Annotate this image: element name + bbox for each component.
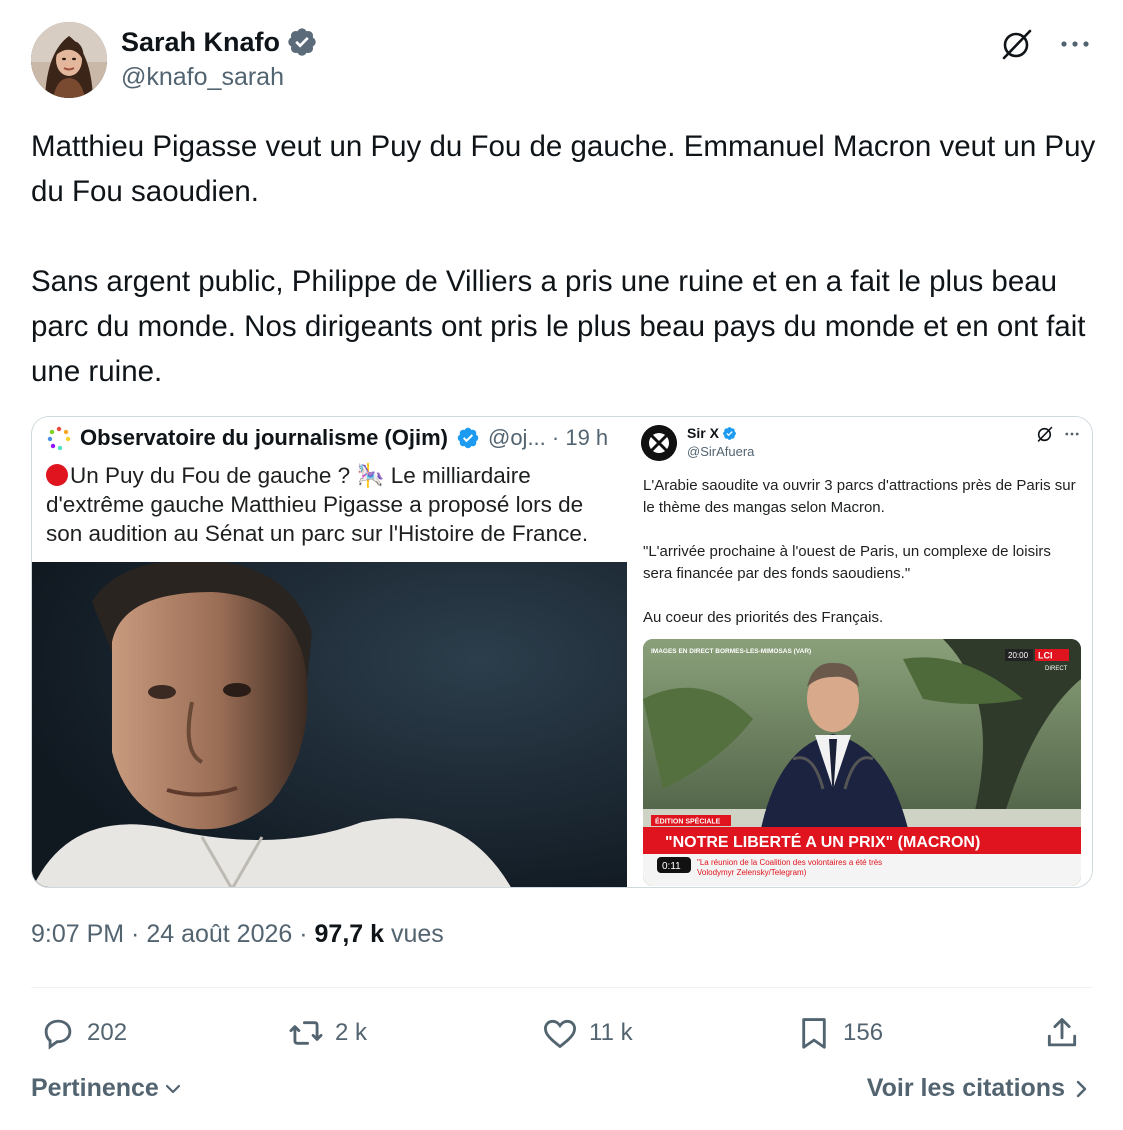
bookmark-button[interactable]: 156 [795, 1010, 883, 1056]
more-icon[interactable] [1057, 26, 1093, 62]
media-left-screenshot[interactable]: Observatoire du journalisme (Ojim) @oj..… [32, 417, 627, 887]
share-icon [1047, 1018, 1077, 1047]
ojim-logo-icon [47, 426, 71, 451]
grok-icon[interactable] [999, 26, 1035, 62]
sirx-line: L'Arabie saoudite va ouvrir 3 parcs d'at… [643, 477, 1076, 516]
views-label: vues [391, 920, 444, 948]
quoted-text-body: Un Puy du Fou de gauche ? 🎠 Le milliarda… [46, 463, 589, 546]
macron-tv-image: IMAGES EN DIRECT BORMES-LES-MIMOSAS (VAR… [643, 639, 1081, 886]
tweet-text: Matthieu Pigasse veut un Puy du Fou de g… [31, 124, 1101, 394]
tweet-time[interactable]: 9:07 PM [31, 920, 124, 948]
red-circle-icon [46, 464, 68, 486]
meta-separator: · [124, 920, 147, 948]
bookmark-icon [802, 1018, 826, 1049]
more-icon [1065, 432, 1079, 436]
reply-count: 202 [87, 1019, 128, 1046]
verified-badge-icon [723, 426, 736, 440]
tv-edition: ÉDITION SPÉCIALE [655, 817, 721, 826]
tv-live: DIRECT [1045, 666, 1068, 672]
tweet-paragraph: Matthieu Pigasse veut un Puy du Fou de g… [31, 130, 1096, 208]
retweet-count: 2 k [335, 1019, 368, 1046]
author-avatar[interactable] [31, 22, 107, 98]
pigasse-portrait-image [32, 562, 627, 887]
like-icon [544, 1019, 576, 1049]
tv-channel: LCI [1038, 651, 1053, 661]
grok-icon [1037, 426, 1053, 442]
tweet-media[interactable]: Observatoire du journalisme (Ojim) @oj..… [31, 416, 1093, 888]
verified-badge-icon [457, 427, 479, 449]
reply-button[interactable]: 202 [39, 1010, 127, 1056]
share-button[interactable] [1043, 1010, 1081, 1056]
tweet-date[interactable]: 24 août 2026 [146, 920, 292, 948]
like-count: 11 k [589, 1019, 633, 1046]
author-handle[interactable]: @knafo_sarah [121, 63, 318, 92]
quoted-handle-time: @oj... · 19 h [487, 425, 609, 450]
chevron-down-icon [165, 1084, 180, 1093]
quoted-account-name: Observatoire du journalisme (Ojim) [80, 425, 448, 450]
tv-headline: "NOTRE LIBERTÉ A UN PRIX" (MACRON) [665, 832, 980, 851]
verified-badge-icon [288, 28, 316, 56]
media-right-screenshot[interactable]: Sir X @SirAfuera L'Arabie saoudite va ou… [627, 417, 1092, 887]
tweet-meta: 9:07 PM · 24 août 2026 · 97,7 k vues [31, 920, 444, 949]
view-quotes-link[interactable]: Voir les citations [867, 1074, 1089, 1103]
sirx-line: "L'arrivée prochaine à l'ouest de Paris,… [643, 543, 1051, 582]
reply-icon [44, 1019, 72, 1050]
view-quotes-label: Voir les citations [866, 1074, 1065, 1102]
bookmark-count: 156 [843, 1019, 884, 1046]
sirx-handle: @SirAfuera [687, 444, 755, 459]
sirx-line: Au coeur des priorités des Français. [643, 609, 884, 626]
divider [31, 987, 1093, 988]
retweet-icon [289, 1021, 323, 1045]
tv-ticker: "La réunion de la Coalition des volontai… [697, 858, 882, 867]
tv-ticker2: Volodymyr Zelensky/Telegram) [697, 868, 807, 877]
tweet-paragraph: Sans argent public, Philippe de Villiers… [31, 265, 1086, 388]
chevron-right-icon [1076, 1080, 1087, 1097]
retweet-button[interactable]: 2 k [287, 1010, 367, 1056]
sirx-text: L'Arabie saoudite va ouvrir 3 parcs d'at… [643, 475, 1083, 629]
author-name[interactable]: Sarah Knafo [121, 27, 280, 58]
tv-top-left: IMAGES EN DIRECT BORMES-LES-MIMOSAS (VAR… [651, 648, 811, 655]
tweet-header: Sarah Knafo @knafo_sarah [31, 22, 1093, 100]
sort-dropdown[interactable]: Pertinence [31, 1074, 183, 1103]
action-bar: 202 2 k 11 k 156 [31, 1010, 1093, 1056]
tv-clock: 20:00 [1008, 651, 1029, 660]
meta-separator: · [292, 920, 315, 948]
views-count: 97,7 k [314, 920, 385, 948]
video-timer: 0:11 [662, 861, 681, 872]
sirx-avatar [641, 425, 677, 461]
sirx-name: Sir X [687, 425, 719, 441]
quoted-text: Un Puy du Fou de gauche ? 🎠 Le milliarda… [46, 461, 616, 548]
like-button[interactable]: 11 k [541, 1010, 633, 1056]
sort-label: Pertinence [31, 1074, 159, 1102]
